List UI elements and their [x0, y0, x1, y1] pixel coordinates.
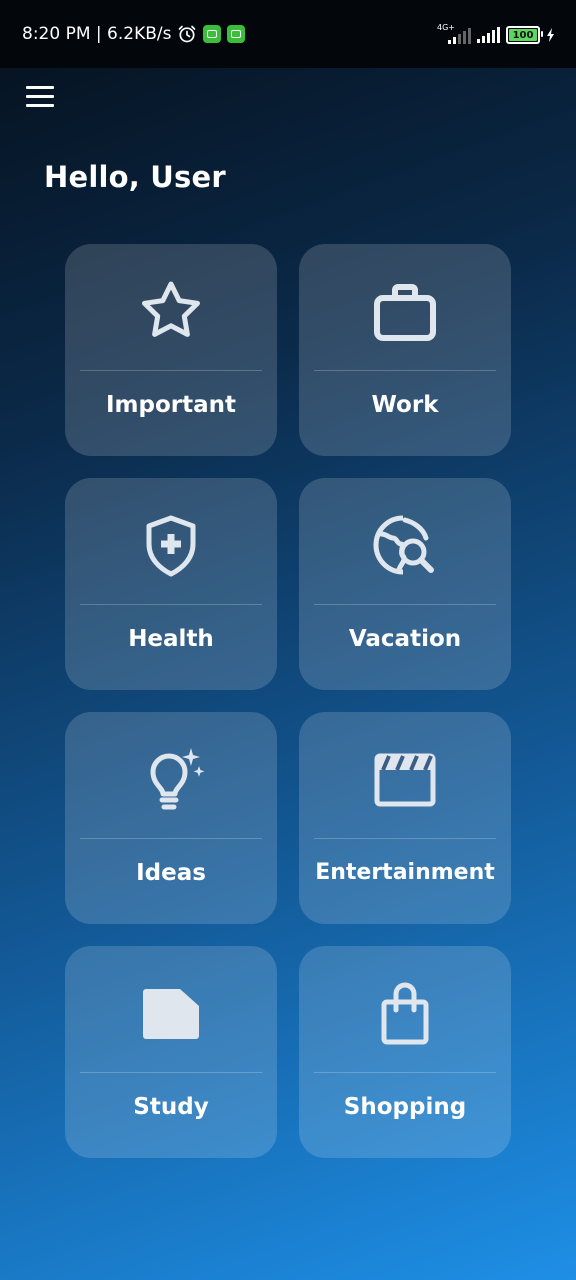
document-icon	[143, 989, 199, 1039]
status-time: 8:20 PM | 6.2KB/s	[22, 24, 172, 44]
battery-level: 100	[512, 29, 534, 41]
card-divider	[80, 370, 262, 371]
category-label: Study	[133, 1094, 209, 1120]
category-label: Ideas	[136, 860, 206, 886]
category-label: Vacation	[348, 626, 462, 652]
category-card-study[interactable]: Study	[65, 946, 277, 1158]
wifi-signal-icon	[477, 27, 500, 43]
status-right: 4G+ 100	[437, 24, 556, 46]
notification-app-icon	[203, 25, 222, 43]
clapperboard-icon	[374, 753, 436, 807]
category-card-work[interactable]: Work	[299, 244, 511, 456]
status-bar: 8:20 PM | 6.2KB/s 4G+ 100	[0, 0, 576, 68]
category-label: Work	[371, 392, 439, 418]
globe-search-icon	[373, 515, 434, 575]
card-divider	[314, 1072, 496, 1073]
category-label: Shopping	[343, 1094, 467, 1120]
category-label: Important	[105, 392, 236, 418]
shopping-bag-icon	[381, 982, 429, 1045]
notification-app-icon	[227, 25, 246, 43]
card-divider	[314, 604, 496, 605]
star-icon	[142, 281, 200, 337]
card-divider	[80, 838, 262, 839]
status-left: 8:20 PM | 6.2KB/s	[22, 22, 246, 46]
category-label: Health	[128, 626, 214, 652]
card-divider	[314, 370, 496, 371]
alarm-icon	[179, 25, 196, 43]
briefcase-icon	[374, 284, 436, 341]
category-label: Entertainment	[315, 860, 495, 885]
charging-icon	[547, 28, 554, 42]
card-divider	[80, 1072, 262, 1073]
lightbulb-sparkle-icon	[150, 748, 205, 810]
category-grid: Important Work Health Vacation Ideas Ent…	[65, 244, 511, 1158]
category-card-shopping[interactable]: Shopping	[299, 946, 511, 1158]
shield-cross-icon	[146, 515, 196, 577]
hamburger-menu-icon[interactable]	[26, 82, 56, 110]
category-card-entertainment[interactable]: Entertainment	[299, 712, 511, 924]
greeting-title: Hello, User	[44, 160, 226, 194]
category-card-vacation[interactable]: Vacation	[299, 478, 511, 690]
category-card-health[interactable]: Health	[65, 478, 277, 690]
category-card-important[interactable]: Important	[65, 244, 277, 456]
mobile-signal-icon: 4G+	[437, 24, 471, 44]
battery-icon: 100	[506, 26, 543, 44]
card-divider	[314, 838, 496, 839]
category-card-ideas[interactable]: Ideas	[65, 712, 277, 924]
card-divider	[80, 604, 262, 605]
